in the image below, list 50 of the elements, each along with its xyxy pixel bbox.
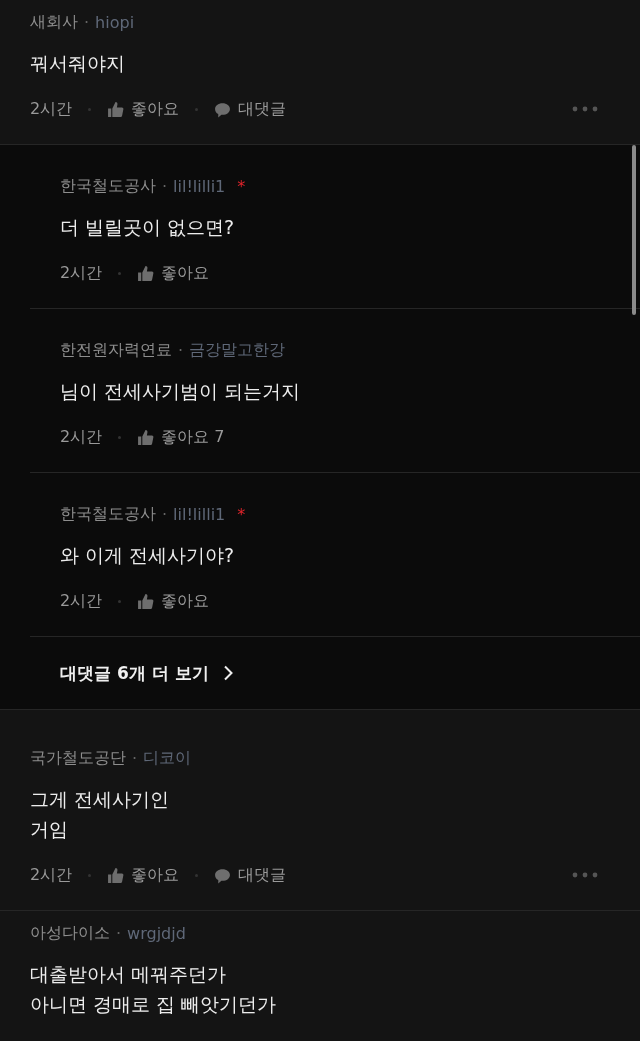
comment-text: 꿔서줘야지 [30,51,126,76]
timestamp: 2시간 [30,98,73,120]
separator-dot: · [162,504,168,524]
author-name: 한국철도공사 [60,175,156,197]
comment-text: 더 빌릴곳이 없으면? [60,215,236,240]
author-name: 국가철도공단 [30,747,126,769]
thumbs-up-icon [137,264,155,282]
reply-button[interactable]: 대댓글 [214,864,287,886]
more-replies-link[interactable]: 대댓글 6개 더 보기 [30,637,233,709]
timestamp: 2시간 [60,590,103,612]
thumbs-up-icon [137,592,155,610]
more-options-icon[interactable] [572,872,598,878]
like-button[interactable]: 좋아요 [107,98,180,120]
separator-dot: · [84,12,90,32]
comment-text: 와 이게 전세사기야? [60,543,236,568]
user-handle: lil!lilli1 [173,176,226,196]
timestamp: 2시간 [60,426,103,448]
speech-bubble-icon [214,100,232,118]
comment-text: 그게 전세사기인 거임 [30,787,171,842]
asterisk-mark: * [237,176,246,196]
separator-dot: · [178,340,184,360]
speech-bubble-icon [214,866,232,884]
thumbs-up-icon [107,100,125,118]
author-name: 아성다이소 [30,922,110,944]
chevron-right-icon [222,665,233,681]
user-handle: 금강말고한강 [189,339,286,361]
comment-text: 님이 전세사기범이 되는거지 [60,379,302,404]
more-options-icon[interactable] [572,106,598,112]
separator-dot: · [132,748,138,768]
like-button[interactable]: 좋아요 [107,864,180,886]
user-handle: 디코이 [143,747,192,769]
author-name: 새회사 [30,11,78,33]
comment-text: 대출받아서 메꿔주던가 아니면 경매로 집 빼앗기던가 [30,962,278,1017]
author-name: 한국철도공사 [60,503,156,525]
thumbs-up-icon [107,866,125,884]
like-button[interactable]: 좋아요 [137,262,210,284]
like-button[interactable]: 좋아요 7 [137,426,225,448]
separator-dot: · [116,923,122,943]
reply-button[interactable]: 대댓글 [214,98,287,120]
asterisk-mark: * [237,504,246,524]
timestamp: 2시간 [30,864,73,886]
scrollbar[interactable] [632,145,636,315]
timestamp: 2시간 [60,262,103,284]
author-name: 한전원자력연료 [60,339,172,361]
like-button[interactable]: 좋아요 [137,590,210,612]
thumbs-up-icon [137,428,155,446]
user-handle: wrgjdjd [127,923,186,943]
user-handle: lil!lilli1 [173,504,226,524]
separator-dot: · [162,176,168,196]
user-handle: hiopi [95,12,135,32]
